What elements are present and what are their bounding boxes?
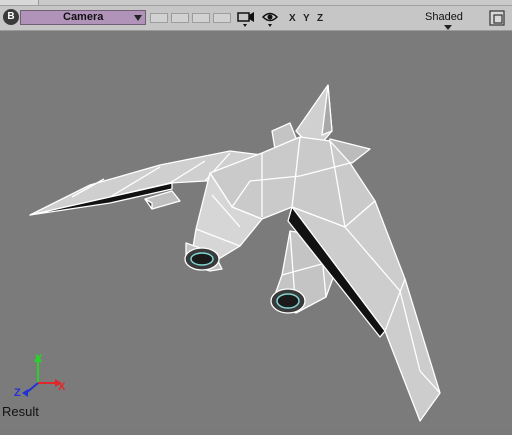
gizmo-z-label: Z [14,387,21,399]
viewport-window: B Camera X Y Z Shaded Y X Z Result [0,0,512,430]
view-slot-3[interactable] [192,13,210,23]
view-slot-4[interactable] [213,13,231,23]
gizmo-x-label: X [58,381,66,393]
view-slot-1[interactable] [150,13,168,23]
chevron-down-icon [134,15,142,21]
viewport-result-label: Result [2,404,39,419]
shade-mode-label: Shaded [425,11,463,23]
chevron-down-icon [444,25,452,30]
camera-icon[interactable] [236,9,256,27]
view-slot-2[interactable] [171,13,189,23]
3d-viewport[interactable]: Y X Z [0,31,512,430]
axis-z-toggle[interactable]: Z [317,13,323,24]
viewport-toolbar: B Camera X Y Z Shaded [0,6,512,31]
axis-x-toggle[interactable]: X [289,13,296,24]
axis-y-toggle[interactable]: Y [303,13,310,24]
eye-icon[interactable] [261,9,281,27]
maximize-icon[interactable] [489,10,505,26]
gizmo-y-label: Y [35,353,43,365]
camera-select-label: Camera [63,11,104,23]
shade-mode-select[interactable]: Shaded [416,11,478,30]
camera-select[interactable]: Camera [20,10,146,25]
b-button[interactable]: B [3,9,19,25]
aircraft-model: Y X Z [14,84,441,422]
